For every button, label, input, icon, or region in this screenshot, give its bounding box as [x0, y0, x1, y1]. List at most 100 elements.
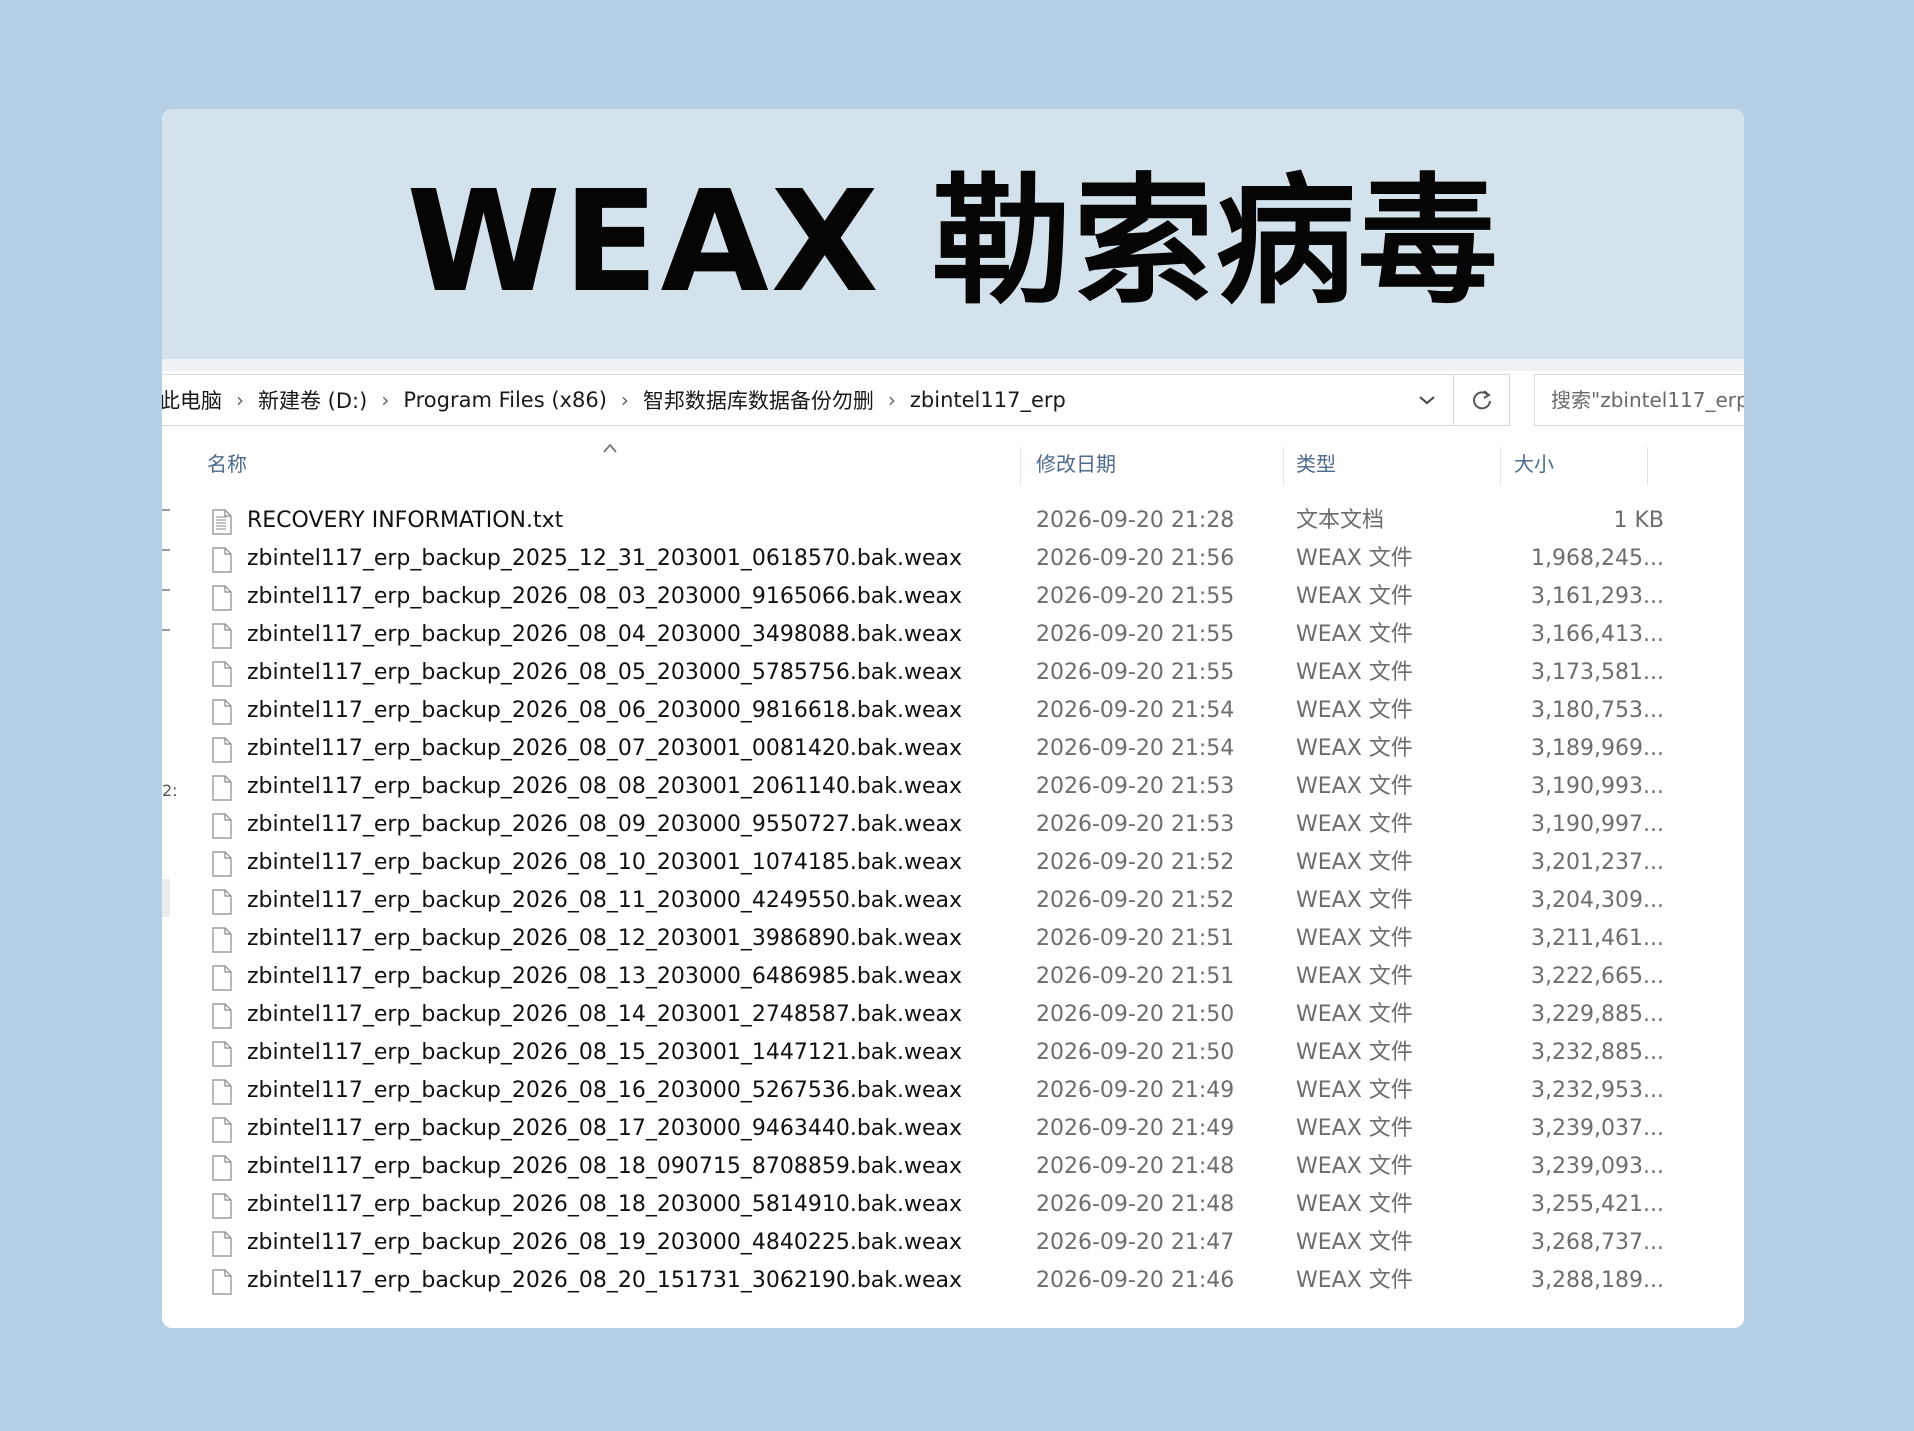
- file-type: WEAX 文件: [1296, 1116, 1413, 1141]
- file-icon: [212, 1117, 232, 1143]
- address-bar[interactable]: 此电脑 › 新建卷 (D:) › Program Files (x86) › 智…: [162, 374, 1454, 426]
- file-name[interactable]: zbintel117_erp_backup_2026_08_15_203001_…: [247, 1034, 962, 1072]
- file-name[interactable]: zbintel117_erp_backup_2026_08_10_203001_…: [247, 844, 962, 882]
- file-row[interactable]: zbintel117_erp_backup_2026_08_16_203000_…: [162, 1072, 1744, 1110]
- column-divider[interactable]: [1500, 447, 1501, 485]
- file-row[interactable]: zbintel117_erp_backup_2026_08_17_203000_…: [162, 1110, 1744, 1148]
- file-modified-date: 2026-09-20 21:53: [1036, 774, 1235, 799]
- chevron-right-icon[interactable]: ›: [236, 388, 244, 412]
- file-row[interactable]: RECOVERY INFORMATION.txt 2026-09-20 21:28…: [162, 502, 1744, 540]
- file-modified-date: 2026-09-20 21:49: [1036, 1116, 1235, 1141]
- file-modified-date: 2026-09-20 21:47: [1036, 1230, 1235, 1255]
- file-type: WEAX 文件: [1296, 1192, 1413, 1217]
- breadcrumb-program-files[interactable]: Program Files (x86): [403, 388, 607, 412]
- file-name[interactable]: zbintel117_erp_backup_2026_08_18_203000_…: [247, 1186, 962, 1224]
- file-row[interactable]: zbintel117_erp_backup_2026_08_06_203000_…: [162, 692, 1744, 730]
- file-row[interactable]: zbintel117_erp_backup_2026_08_18_090715_…: [162, 1148, 1744, 1186]
- file-modified-date: 2026-09-20 21:50: [1036, 1002, 1235, 1027]
- file-size: 3,229,885...: [1531, 1002, 1664, 1027]
- file-size: 3,190,997...: [1531, 812, 1664, 837]
- file-name[interactable]: zbintel117_erp_backup_2026_08_09_203000_…: [247, 806, 962, 844]
- file-row[interactable]: zbintel117_erp_backup_2026_08_03_203000_…: [162, 578, 1744, 616]
- file-name[interactable]: zbintel117_erp_backup_2026_08_13_203000_…: [247, 958, 962, 996]
- file-name[interactable]: zbintel117_erp_backup_2026_08_11_203000_…: [247, 882, 962, 920]
- file-name[interactable]: zbintel117_erp_backup_2026_08_06_203000_…: [247, 692, 962, 730]
- file-size: 3,161,293...: [1531, 584, 1664, 609]
- file-name[interactable]: zbintel117_erp_backup_2026_08_17_203000_…: [247, 1110, 962, 1148]
- file-name[interactable]: zbintel117_erp_backup_2026_08_16_203000_…: [247, 1072, 962, 1110]
- file-size: 3,232,885...: [1531, 1040, 1664, 1065]
- file-size: 3,180,753...: [1531, 698, 1664, 723]
- screenshot-card: WEAX 勒索病毒 此电脑 › 新建卷 (D:) › Program Files…: [162, 109, 1744, 1328]
- file-type: WEAX 文件: [1296, 964, 1413, 989]
- file-row[interactable]: zbintel117_erp_backup_2026_08_05_203000_…: [162, 654, 1744, 692]
- column-divider[interactable]: [1647, 447, 1648, 485]
- file-row[interactable]: zbintel117_erp_backup_2026_08_08_203001_…: [162, 768, 1744, 806]
- file-icon: [212, 1003, 232, 1029]
- file-name[interactable]: zbintel117_erp_backup_2026_08_18_090715_…: [247, 1148, 962, 1186]
- file-row[interactable]: zbintel117_erp_backup_2026_08_09_203000_…: [162, 806, 1744, 844]
- file-size: 3,189,969...: [1531, 736, 1664, 761]
- file-type: WEAX 文件: [1296, 812, 1413, 837]
- file-row[interactable]: zbintel117_erp_backup_2026_08_14_203001_…: [162, 996, 1744, 1034]
- breadcrumb-this-pc[interactable]: 此电脑: [162, 385, 222, 415]
- column-header-type[interactable]: 类型: [1296, 439, 1336, 489]
- file-type: WEAX 文件: [1296, 1002, 1413, 1027]
- file-row[interactable]: zbintel117_erp_backup_2026_08_13_203000_…: [162, 958, 1744, 996]
- file-name[interactable]: zbintel117_erp_backup_2026_08_14_203001_…: [247, 996, 962, 1034]
- file-type: WEAX 文件: [1296, 926, 1413, 951]
- chevron-right-icon[interactable]: ›: [381, 388, 389, 412]
- breadcrumb-backup-folder[interactable]: 智邦数据库数据备份勿删: [643, 385, 874, 415]
- file-type: WEAX 文件: [1296, 888, 1413, 913]
- file-type: WEAX 文件: [1296, 1078, 1413, 1103]
- column-divider[interactable]: [1020, 447, 1021, 485]
- column-header-name[interactable]: 名称: [207, 439, 247, 489]
- file-icon: [212, 699, 232, 725]
- file-size: 3,204,309...: [1531, 888, 1664, 913]
- text-file-icon: [212, 509, 232, 535]
- file-name[interactable]: zbintel117_erp_backup_2026_08_20_151731_…: [247, 1262, 962, 1300]
- file-row[interactable]: zbintel117_erp_backup_2026_08_15_203001_…: [162, 1034, 1744, 1072]
- file-icon: [212, 851, 232, 877]
- file-name[interactable]: zbintel117_erp_backup_2026_08_07_203001_…: [247, 730, 962, 768]
- file-name[interactable]: zbintel117_erp_backup_2026_08_08_203001_…: [247, 768, 962, 806]
- search-input[interactable]: 搜索"zbintel117_erp": [1534, 374, 1744, 426]
- file-row[interactable]: zbintel117_erp_backup_2025_12_31_203001_…: [162, 540, 1744, 578]
- file-icon: [212, 661, 232, 687]
- breadcrumb-current-folder[interactable]: zbintel117_erp: [910, 388, 1066, 412]
- file-row[interactable]: zbintel117_erp_backup_2026_08_19_203000_…: [162, 1224, 1744, 1262]
- file-modified-date: 2026-09-20 21:46: [1036, 1268, 1235, 1293]
- file-name[interactable]: zbintel117_erp_backup_2026_08_05_203000_…: [247, 654, 962, 692]
- chevron-right-icon[interactable]: ›: [621, 388, 629, 412]
- file-row[interactable]: zbintel117_erp_backup_2026_08_12_203001_…: [162, 920, 1744, 958]
- column-divider[interactable]: [1283, 447, 1284, 485]
- headline: WEAX 勒索病毒: [406, 161, 1500, 324]
- refresh-button[interactable]: [1454, 374, 1510, 426]
- file-name[interactable]: RECOVERY INFORMATION.txt: [247, 502, 563, 540]
- file-name[interactable]: zbintel117_erp_backup_2026_08_03_203000_…: [247, 578, 962, 616]
- column-header-date[interactable]: 修改日期: [1036, 439, 1116, 489]
- file-icon: [212, 585, 232, 611]
- file-icon: [212, 1231, 232, 1257]
- file-row[interactable]: zbintel117_erp_backup_2026_08_18_203000_…: [162, 1186, 1744, 1224]
- file-name[interactable]: zbintel117_erp_backup_2025_12_31_203001_…: [247, 540, 962, 578]
- file-name[interactable]: zbintel117_erp_backup_2026_08_12_203001_…: [247, 920, 962, 958]
- file-modified-date: 2026-09-20 21:51: [1036, 926, 1235, 951]
- column-header-size[interactable]: 大小: [1514, 439, 1554, 489]
- file-row[interactable]: zbintel117_erp_backup_2026_08_11_203000_…: [162, 882, 1744, 920]
- file-row[interactable]: zbintel117_erp_backup_2026_08_10_203001_…: [162, 844, 1744, 882]
- breadcrumb-drive-d[interactable]: 新建卷 (D:): [258, 385, 367, 415]
- file-name[interactable]: zbintel117_erp_backup_2026_08_04_203000_…: [247, 616, 962, 654]
- file-row[interactable]: zbintel117_erp_backup_2026_08_07_203001_…: [162, 730, 1744, 768]
- file-row[interactable]: zbintel117_erp_backup_2026_08_04_203000_…: [162, 616, 1744, 654]
- file-name[interactable]: zbintel117_erp_backup_2026_08_19_203000_…: [247, 1224, 962, 1262]
- sort-ascending-icon: [603, 443, 617, 453]
- chevron-down-icon[interactable]: [1401, 374, 1453, 426]
- file-icon: [212, 623, 232, 649]
- file-type: WEAX 文件: [1296, 1230, 1413, 1255]
- title-banner: WEAX 勒索病毒: [162, 109, 1744, 359]
- file-row[interactable]: zbintel117_erp_backup_2026_08_20_151731_…: [162, 1262, 1744, 1300]
- file-modified-date: 2026-09-20 21:52: [1036, 850, 1235, 875]
- chevron-right-icon[interactable]: ›: [888, 388, 896, 412]
- file-icon: [212, 1269, 232, 1295]
